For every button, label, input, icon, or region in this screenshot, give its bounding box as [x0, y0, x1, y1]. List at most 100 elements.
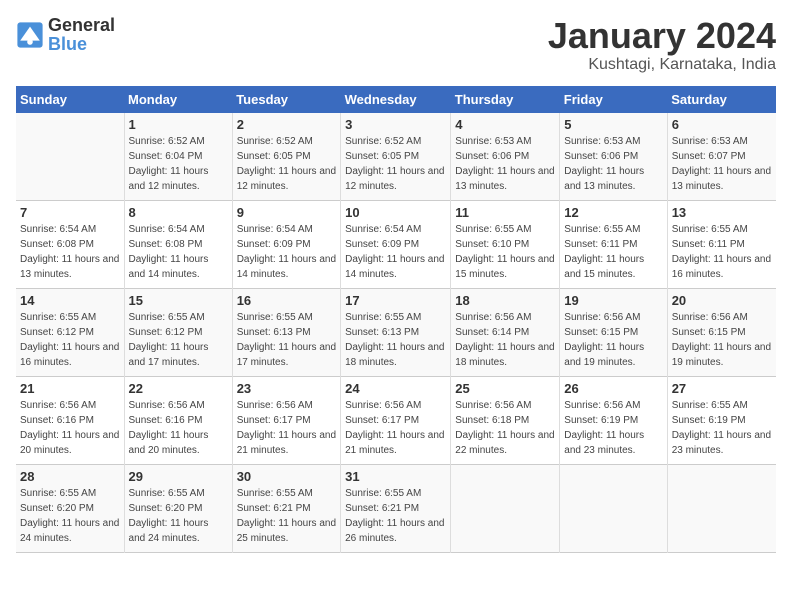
- calendar-cell: 19 Sunrise: 6:56 AMSunset: 6:15 PMDayligh…: [560, 288, 667, 376]
- day-number: 11: [455, 205, 555, 220]
- day-number: 22: [129, 381, 228, 396]
- calendar-cell: 9Sunrise: 6:54 AMSunset: 6:09 PMDaylight…: [232, 200, 340, 288]
- day-number: 17: [345, 293, 446, 308]
- day-info: Sunrise: 6:54 AMSunset: 6:08 PMDaylight:…: [129, 222, 228, 282]
- day-number: 1: [129, 117, 228, 132]
- day-info: Sunrise: 6:55 AMSunset: 6:11 PMDaylight:…: [672, 222, 772, 282]
- calendar-cell: 10 Sunrise: 6:54 AMSunset: 6:09 PMDayligh…: [341, 200, 451, 288]
- header-day-saturday: Saturday: [667, 86, 776, 113]
- day-number: 14: [20, 293, 120, 308]
- calendar-cell: 24 Sunrise: 6:56 AMSunset: 6:17 PMDayligh…: [341, 376, 451, 464]
- day-info: Sunrise: 6:56 AMSunset: 6:18 PMDaylight:…: [455, 398, 555, 458]
- day-info: Sunrise: 6:56 AMSunset: 6:15 PMDaylight:…: [672, 310, 772, 370]
- calendar-cell: 21 Sunrise: 6:56 AMSunset: 6:16 PMDayligh…: [16, 376, 124, 464]
- calendar-cell: 31 Sunrise: 6:55 AMSunset: 6:21 PMDayligh…: [341, 464, 451, 552]
- day-number: 28: [20, 469, 120, 484]
- day-info: Sunrise: 6:55 AMSunset: 6:13 PMDaylight:…: [237, 310, 336, 370]
- calendar-week-row: 1 Sunrise: 6:52 AMSunset: 6:04 PMDaylight…: [16, 113, 776, 201]
- day-info: Sunrise: 6:54 AMSunset: 6:09 PMDaylight:…: [237, 222, 336, 282]
- day-number: 31: [345, 469, 446, 484]
- header-day-thursday: Thursday: [451, 86, 560, 113]
- day-info: Sunrise: 6:53 AMSunset: 6:07 PMDaylight:…: [672, 134, 772, 194]
- header-day-wednesday: Wednesday: [341, 86, 451, 113]
- calendar-cell: [16, 113, 124, 201]
- day-number: 21: [20, 381, 120, 396]
- day-number: 3: [345, 117, 446, 132]
- day-info: Sunrise: 6:55 AMSunset: 6:20 PMDaylight:…: [20, 486, 120, 546]
- calendar-week-row: 28 Sunrise: 6:55 AMSunset: 6:20 PMDayligh…: [16, 464, 776, 552]
- header-day-friday: Friday: [560, 86, 667, 113]
- day-number: 18: [455, 293, 555, 308]
- day-number: 25: [455, 381, 555, 396]
- day-number: 27: [672, 381, 772, 396]
- day-info: Sunrise: 6:52 AMSunset: 6:05 PMDaylight:…: [237, 134, 336, 194]
- logo-blue-text: Blue: [48, 34, 87, 54]
- day-info: Sunrise: 6:55 AMSunset: 6:20 PMDaylight:…: [129, 486, 228, 546]
- calendar-cell: 8 Sunrise: 6:54 AMSunset: 6:08 PMDaylight…: [124, 200, 232, 288]
- day-info: Sunrise: 6:54 AMSunset: 6:09 PMDaylight:…: [345, 222, 446, 282]
- calendar-cell: 25 Sunrise: 6:56 AMSunset: 6:18 PMDayligh…: [451, 376, 560, 464]
- day-number: 19: [564, 293, 662, 308]
- header: General Blue January 2024 Kushtagi, Karn…: [16, 16, 776, 74]
- day-info: Sunrise: 6:55 AMSunset: 6:21 PMDaylight:…: [345, 486, 446, 546]
- day-info: Sunrise: 6:53 AMSunset: 6:06 PMDaylight:…: [564, 134, 662, 194]
- calendar-cell: 15 Sunrise: 6:55 AMSunset: 6:12 PMDayligh…: [124, 288, 232, 376]
- day-info: Sunrise: 6:56 AMSunset: 6:15 PMDaylight:…: [564, 310, 662, 370]
- calendar-cell: 6 Sunrise: 6:53 AMSunset: 6:07 PMDaylight…: [667, 113, 776, 201]
- day-info: Sunrise: 6:55 AMSunset: 6:21 PMDaylight:…: [237, 486, 336, 546]
- month-title: January 2024: [548, 16, 776, 56]
- header-day-monday: Monday: [124, 86, 232, 113]
- day-number: 20: [672, 293, 772, 308]
- day-info: Sunrise: 6:56 AMSunset: 6:17 PMDaylight:…: [345, 398, 446, 458]
- logo-general-text: General: [48, 15, 115, 35]
- calendar-cell: 7Sunrise: 6:54 AMSunset: 6:08 PMDaylight…: [16, 200, 124, 288]
- calendar-cell: [560, 464, 667, 552]
- day-info: Sunrise: 6:55 AMSunset: 6:12 PMDaylight:…: [129, 310, 228, 370]
- title-area: January 2024 Kushtagi, Karnataka, India: [548, 16, 776, 74]
- day-number: 10: [345, 205, 446, 220]
- day-number: 5: [564, 117, 662, 132]
- calendar-cell: 16 Sunrise: 6:55 AMSunset: 6:13 PMDayligh…: [232, 288, 340, 376]
- day-number: 30: [237, 469, 336, 484]
- calendar-week-row: 7Sunrise: 6:54 AMSunset: 6:08 PMDaylight…: [16, 200, 776, 288]
- day-info: Sunrise: 6:54 AMSunset: 6:08 PMDaylight:…: [20, 222, 120, 282]
- calendar-cell: 4Sunrise: 6:53 AMSunset: 6:06 PMDaylight…: [451, 113, 560, 201]
- calendar-cell: 30 Sunrise: 6:55 AMSunset: 6:21 PMDayligh…: [232, 464, 340, 552]
- calendar-cell: 18 Sunrise: 6:56 AMSunset: 6:14 PMDayligh…: [451, 288, 560, 376]
- calendar-cell: 3 Sunrise: 6:52 AMSunset: 6:05 PMDaylight…: [341, 113, 451, 201]
- day-number: 6: [672, 117, 772, 132]
- calendar-cell: 17 Sunrise: 6:55 AMSunset: 6:13 PMDayligh…: [341, 288, 451, 376]
- calendar-cell: 11 Sunrise: 6:55 AMSunset: 6:10 PMDayligh…: [451, 200, 560, 288]
- day-number: 12: [564, 205, 662, 220]
- day-info: Sunrise: 6:56 AMSunset: 6:14 PMDaylight:…: [455, 310, 555, 370]
- day-number: 15: [129, 293, 228, 308]
- day-info: Sunrise: 6:56 AMSunset: 6:16 PMDaylight:…: [129, 398, 228, 458]
- day-info: Sunrise: 6:52 AMSunset: 6:05 PMDaylight:…: [345, 134, 446, 194]
- calendar-cell: 20 Sunrise: 6:56 AMSunset: 6:15 PMDayligh…: [667, 288, 776, 376]
- calendar-cell: 1 Sunrise: 6:52 AMSunset: 6:04 PMDaylight…: [124, 113, 232, 201]
- calendar-cell: 5 Sunrise: 6:53 AMSunset: 6:06 PMDaylight…: [560, 113, 667, 201]
- day-number: 8: [129, 205, 228, 220]
- day-number: 24: [345, 381, 446, 396]
- day-info: Sunrise: 6:55 AMSunset: 6:13 PMDaylight:…: [345, 310, 446, 370]
- day-info: Sunrise: 6:55 AMSunset: 6:19 PMDaylight:…: [672, 398, 772, 458]
- logo: General Blue: [16, 16, 115, 54]
- header-day-tuesday: Tuesday: [232, 86, 340, 113]
- day-number: 16: [237, 293, 336, 308]
- calendar-cell: 23Sunrise: 6:56 AMSunset: 6:17 PMDayligh…: [232, 376, 340, 464]
- calendar-cell: 12Sunrise: 6:55 AMSunset: 6:11 PMDayligh…: [560, 200, 667, 288]
- day-number: 4: [455, 117, 555, 132]
- day-info: Sunrise: 6:56 AMSunset: 6:16 PMDaylight:…: [20, 398, 120, 458]
- day-info: Sunrise: 6:55 AMSunset: 6:10 PMDaylight:…: [455, 222, 555, 282]
- logo-icon: [16, 21, 44, 49]
- day-info: Sunrise: 6:56 AMSunset: 6:17 PMDaylight:…: [237, 398, 336, 458]
- calendar-cell: 27 Sunrise: 6:55 AMSunset: 6:19 PMDayligh…: [667, 376, 776, 464]
- day-number: 26: [564, 381, 662, 396]
- calendar-cell: 14 Sunrise: 6:55 AMSunset: 6:12 PMDayligh…: [16, 288, 124, 376]
- day-info: Sunrise: 6:52 AMSunset: 6:04 PMDaylight:…: [129, 134, 228, 194]
- calendar-week-row: 21 Sunrise: 6:56 AMSunset: 6:16 PMDayligh…: [16, 376, 776, 464]
- day-info: Sunrise: 6:55 AMSunset: 6:12 PMDaylight:…: [20, 310, 120, 370]
- header-day-sunday: Sunday: [16, 86, 124, 113]
- location-title: Kushtagi, Karnataka, India: [548, 56, 776, 74]
- calendar-cell: 13Sunrise: 6:55 AMSunset: 6:11 PMDayligh…: [667, 200, 776, 288]
